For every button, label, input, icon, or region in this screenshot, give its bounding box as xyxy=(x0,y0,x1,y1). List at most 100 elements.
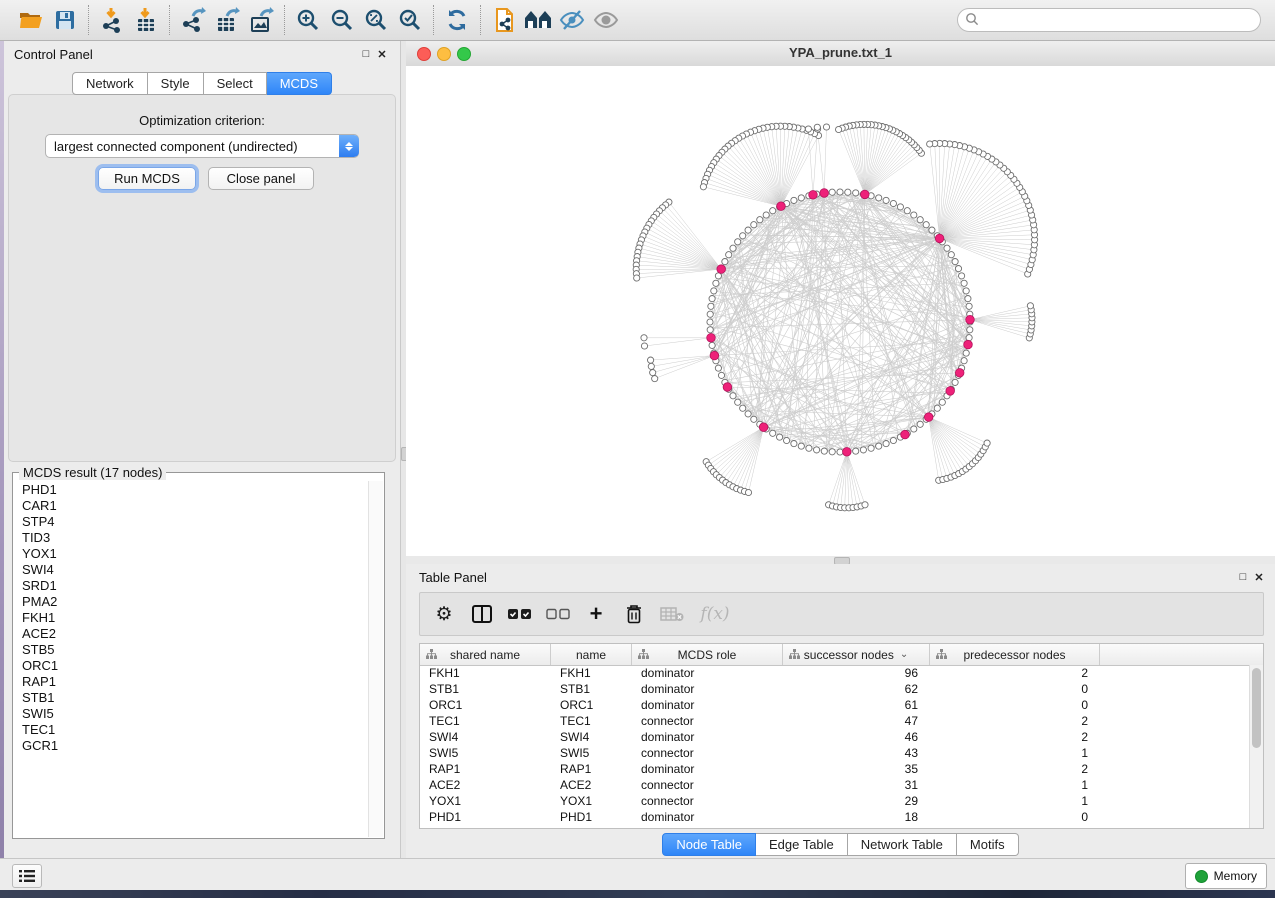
table-cell[interactable]: ORC1 xyxy=(551,697,632,713)
table-cell[interactable]: 18 xyxy=(783,809,930,825)
show-all-icon[interactable] xyxy=(589,6,623,34)
add-row-icon[interactable]: + xyxy=(584,600,608,628)
column-header-shared-name[interactable]: shared name xyxy=(420,644,551,665)
table-cell[interactable]: 1 xyxy=(930,745,1100,761)
table-cell[interactable]: 96 xyxy=(783,665,930,681)
mcds-result-item[interactable]: STB1 xyxy=(22,690,368,706)
table-row[interactable]: YOX1YOX1connector291 xyxy=(420,793,1250,809)
column-header-successor-nodes[interactable]: successor nodes⌄ xyxy=(783,644,930,665)
table-cell[interactable]: 29 xyxy=(783,793,930,809)
mcds-result-item[interactable]: PHD1 xyxy=(22,482,368,498)
table-options-icon[interactable]: ⚙ xyxy=(432,600,456,628)
table-cell[interactable]: TEC1 xyxy=(420,713,551,729)
table-cell[interactable]: ACE2 xyxy=(551,777,632,793)
table-cell[interactable]: 47 xyxy=(783,713,930,729)
scrollbar-thumb[interactable] xyxy=(1252,668,1261,748)
table-cell[interactable]: SWI4 xyxy=(420,729,551,745)
mcds-result-item[interactable]: STP4 xyxy=(22,514,368,530)
import-network-icon[interactable] xyxy=(95,6,129,34)
table-row[interactable]: SWI4SWI4dominator462 xyxy=(420,729,1250,745)
table-cell[interactable]: dominator xyxy=(632,729,783,745)
table-cell[interactable]: TEC1 xyxy=(551,713,632,729)
close-panel-button[interactable]: Close panel xyxy=(208,167,314,190)
column-visibility-icon[interactable] xyxy=(470,600,494,628)
table-cell[interactable]: 0 xyxy=(930,697,1100,713)
table-cell[interactable]: 46 xyxy=(783,729,930,745)
network-window-titlebar[interactable]: YPA_prune.txt_1 xyxy=(406,41,1275,67)
float-panel-icon[interactable]: □ xyxy=(358,46,374,62)
column-header-predecessor-nodes[interactable]: predecessor nodes xyxy=(930,644,1100,665)
mcds-result-item[interactable]: ORC1 xyxy=(22,658,368,674)
deselect-all-icon[interactable] xyxy=(546,600,570,628)
tab-network-table[interactable]: Network Table xyxy=(848,833,957,856)
table-cell[interactable]: SWI5 xyxy=(551,745,632,761)
export-network-icon[interactable] xyxy=(176,6,210,34)
mcds-result-item[interactable]: SRD1 xyxy=(22,578,368,594)
mcds-result-item[interactable]: GCR1 xyxy=(22,738,368,754)
table-row[interactable]: ACE2ACE2connector311 xyxy=(420,777,1250,793)
column-header-name[interactable]: name xyxy=(551,644,632,665)
tab-node-table[interactable]: Node Table xyxy=(662,833,756,856)
zoom-selected-icon[interactable] xyxy=(393,6,427,34)
mcds-result-item[interactable]: ACE2 xyxy=(22,626,368,642)
tab-edge-table[interactable]: Edge Table xyxy=(756,833,848,856)
mcds-result-item[interactable]: SWI5 xyxy=(22,706,368,722)
table-scrollbar[interactable] xyxy=(1249,665,1263,828)
table-cell[interactable]: 61 xyxy=(783,697,930,713)
table-row[interactable]: STB1STB1dominator620 xyxy=(420,681,1250,697)
mcds-result-item[interactable]: RAP1 xyxy=(22,674,368,690)
table-cell[interactable]: connector xyxy=(632,745,783,761)
table-row[interactable]: SWI5SWI5connector431 xyxy=(420,745,1250,761)
zoom-in-icon[interactable] xyxy=(291,6,325,34)
search-input[interactable] xyxy=(957,8,1261,32)
import-table-icon[interactable] xyxy=(129,6,163,34)
close-panel-icon[interactable]: ✕ xyxy=(374,46,390,62)
table-cell[interactable]: STB1 xyxy=(551,681,632,697)
table-cell[interactable]: ORC1 xyxy=(420,697,551,713)
network-graph[interactable] xyxy=(406,66,1275,556)
table-cell[interactable]: connector xyxy=(632,777,783,793)
mcds-result-item[interactable]: PMA2 xyxy=(22,594,368,610)
table-row[interactable]: FKH1FKH1dominator962 xyxy=(420,665,1250,681)
table-cell[interactable]: SWI5 xyxy=(420,745,551,761)
table-cell[interactable]: FKH1 xyxy=(420,665,551,681)
hide-selected-icon[interactable] xyxy=(555,6,589,34)
tab-mcds[interactable]: MCDS xyxy=(267,72,332,95)
table-row[interactable]: TEC1TEC1connector472 xyxy=(420,713,1250,729)
table-cell[interactable]: 0 xyxy=(930,681,1100,697)
column-header-mcds-role[interactable]: MCDS role xyxy=(632,644,783,665)
table-cell[interactable]: YOX1 xyxy=(551,793,632,809)
horizontal-splitter[interactable] xyxy=(406,556,1275,564)
select-all-icon[interactable] xyxy=(508,600,532,628)
table-cell[interactable]: 62 xyxy=(783,681,930,697)
table-cell[interactable]: dominator xyxy=(632,681,783,697)
table-cell[interactable]: FKH1 xyxy=(551,665,632,681)
table-cell[interactable]: dominator xyxy=(632,665,783,681)
run-mcds-button[interactable]: Run MCDS xyxy=(98,167,196,190)
table-cell[interactable]: ACE2 xyxy=(420,777,551,793)
table-cell[interactable]: connector xyxy=(632,713,783,729)
table-cell[interactable]: RAP1 xyxy=(420,761,551,777)
delete-row-icon[interactable] xyxy=(622,600,646,628)
export-image-icon[interactable] xyxy=(244,6,278,34)
task-history-button[interactable] xyxy=(12,864,42,888)
mcds-result-item[interactable]: SWI4 xyxy=(22,562,368,578)
save-icon[interactable] xyxy=(48,6,82,34)
mcds-result-item[interactable]: YOX1 xyxy=(22,546,368,562)
table-cell[interactable]: YOX1 xyxy=(420,793,551,809)
table-cell[interactable]: 2 xyxy=(930,761,1100,777)
mcds-result-item[interactable]: CAR1 xyxy=(22,498,368,514)
close-panel-icon[interactable]: ✕ xyxy=(1251,569,1267,585)
tab-style[interactable]: Style xyxy=(148,72,204,95)
apply-layout-icon[interactable] xyxy=(440,6,474,34)
table-cell[interactable]: dominator xyxy=(632,761,783,777)
open-file-icon[interactable] xyxy=(14,6,48,34)
table-cell[interactable]: RAP1 xyxy=(551,761,632,777)
mcds-list-scrollbar[interactable] xyxy=(368,481,383,837)
mcds-result-item[interactable]: TID3 xyxy=(22,530,368,546)
table-cell[interactable]: 2 xyxy=(930,729,1100,745)
table-cell[interactable]: 0 xyxy=(930,809,1100,825)
table-cell[interactable]: connector xyxy=(632,793,783,809)
table-row[interactable]: RAP1RAP1dominator352 xyxy=(420,761,1250,777)
table-cell[interactable]: PHD1 xyxy=(420,809,551,825)
